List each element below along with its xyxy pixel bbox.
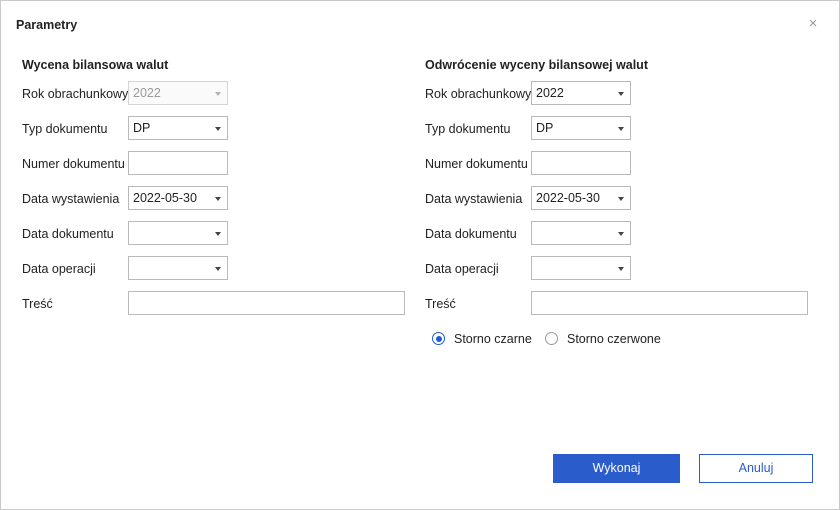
chevron-down-icon — [215, 92, 221, 96]
data-operacji-picker[interactable] — [531, 256, 631, 280]
label-rok-obrachunkowy: Rok obrachunkowy — [425, 87, 532, 101]
data-dokumentu-picker[interactable] — [128, 221, 228, 245]
close-icon[interactable]: × — [806, 16, 820, 31]
label-data-operacji: Data operacji — [22, 262, 96, 276]
dialog-title: Parametry — [16, 18, 78, 32]
typ-dokumentu-value: DP — [133, 121, 151, 135]
rok-obrachunkowy-select: 2022 — [128, 81, 228, 105]
anuluj-button[interactable]: Anuluj — [699, 454, 813, 483]
label-numer-dokumentu: Numer dokumentu — [425, 157, 528, 171]
label-typ-dokumentu: Typ dokumentu — [22, 122, 108, 136]
chevron-down-icon — [618, 232, 624, 236]
data-wystawienia-picker[interactable]: 2022-05-30 — [531, 186, 631, 210]
chevron-down-icon — [618, 267, 624, 271]
storno-czarne-label[interactable]: Storno czarne — [454, 332, 532, 346]
label-tresc: Treść — [22, 297, 53, 311]
typ-dokumentu-value: DP — [536, 121, 554, 135]
data-wystawienia-picker[interactable]: 2022-05-30 — [128, 186, 228, 210]
storno-czerwone-radio[interactable] — [545, 332, 558, 345]
parametry-dialog: Parametry × Wycena bilansowa walut Rok o… — [0, 0, 840, 510]
tresc-input[interactable] — [128, 291, 405, 315]
label-rok-obrachunkowy: Rok obrachunkowy — [22, 87, 129, 101]
label-data-wystawienia: Data wystawienia — [22, 192, 120, 206]
rok-obrachunkowy-value: 2022 — [133, 86, 161, 100]
chevron-down-icon — [215, 127, 221, 131]
data-wystawienia-value: 2022-05-30 — [536, 191, 600, 205]
typ-dokumentu-select[interactable]: DP — [531, 116, 631, 140]
label-tresc: Treść — [425, 297, 456, 311]
wykonaj-button[interactable]: Wykonaj — [553, 454, 680, 483]
data-operacji-picker[interactable] — [128, 256, 228, 280]
label-typ-dokumentu: Typ dokumentu — [425, 122, 511, 136]
rok-obrachunkowy-select[interactable]: 2022 — [531, 81, 631, 105]
chevron-down-icon — [215, 197, 221, 201]
storno-czarne-radio[interactable] — [432, 332, 445, 345]
label-data-operacji: Data operacji — [425, 262, 499, 276]
label-data-wystawienia: Data wystawienia — [425, 192, 523, 206]
section-title-wycena: Wycena bilansowa walut — [22, 58, 169, 72]
numer-dokumentu-input[interactable] — [128, 151, 228, 175]
label-numer-dokumentu: Numer dokumentu — [22, 157, 125, 171]
chevron-down-icon — [618, 92, 624, 96]
label-data-dokumentu: Data dokumentu — [22, 227, 114, 241]
typ-dokumentu-select[interactable]: DP — [128, 116, 228, 140]
numer-dokumentu-input[interactable] — [531, 151, 631, 175]
chevron-down-icon — [618, 197, 624, 201]
rok-obrachunkowy-value: 2022 — [536, 86, 564, 100]
chevron-down-icon — [215, 267, 221, 271]
section-title-odwrocenie: Odwrócenie wyceny bilansowej walut — [425, 58, 648, 72]
label-data-dokumentu: Data dokumentu — [425, 227, 517, 241]
chevron-down-icon — [618, 127, 624, 131]
tresc-input[interactable] — [531, 291, 808, 315]
storno-czerwone-label[interactable]: Storno czerwone — [567, 332, 661, 346]
chevron-down-icon — [215, 232, 221, 236]
data-dokumentu-picker[interactable] — [531, 221, 631, 245]
data-wystawienia-value: 2022-05-30 — [133, 191, 197, 205]
